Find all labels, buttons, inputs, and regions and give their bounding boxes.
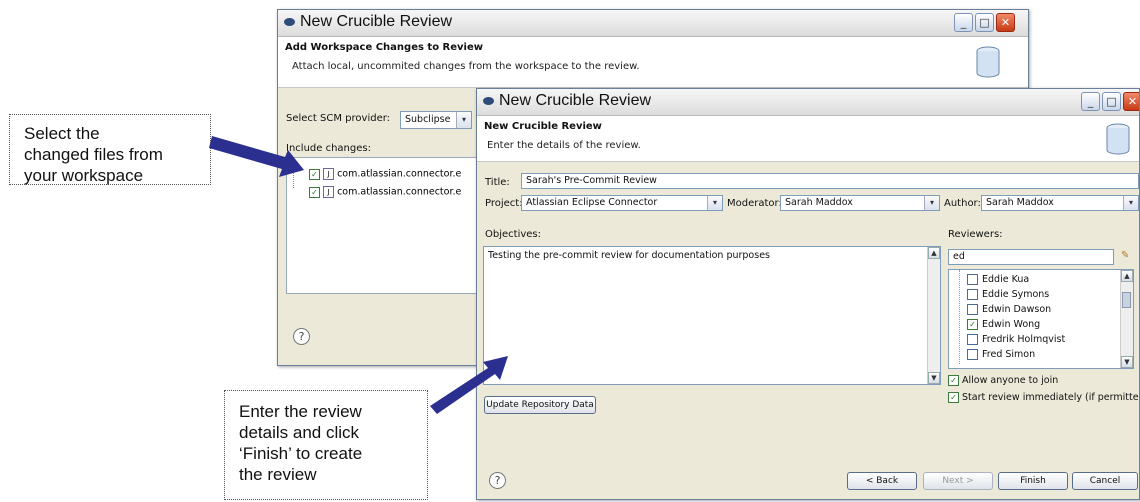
reviewers-scrollbar[interactable]: ▲ ▼	[1120, 270, 1133, 368]
author-value: Sarah Maddox	[986, 197, 1054, 208]
close-button[interactable]: ✕	[996, 13, 1015, 32]
dialog-titlebar: New Crucible Review _ □ ✕	[477, 89, 1139, 116]
objectives-label: Objectives:	[485, 229, 541, 240]
back-button[interactable]: < Back	[847, 472, 917, 490]
reviewer-name: Eddie Symons	[982, 289, 1050, 300]
include-changes-label: Include changes:	[286, 143, 371, 154]
reviewers-list: Eddie Kua Eddie Symons Edwin Dawson ✓ Edw…	[948, 269, 1134, 369]
checkbox-checked-icon[interactable]: ✓	[309, 168, 320, 180]
objectives-value: Testing the pre-commit review for docume…	[488, 250, 770, 261]
app-icon	[284, 18, 295, 26]
checkbox-icon[interactable]	[967, 289, 978, 300]
new-crucible-review-dialog: New Crucible Review _ □ ✕ New Crucible R…	[476, 88, 1140, 500]
project-value: Atlassian Eclipse Connector	[526, 197, 658, 208]
scroll-up-icon[interactable]: ▲	[928, 247, 940, 259]
maximize-button[interactable]: □	[1102, 92, 1121, 111]
allow-join-label: Allow anyone to join	[962, 375, 1059, 386]
scm-provider-value: Subclipse	[405, 114, 451, 125]
start-immediately-option[interactable]: ✓ Start review immediately (if permitted…	[948, 392, 1140, 403]
title-input[interactable]: Sarah's Pre-Commit Review	[521, 173, 1139, 189]
objectives-scrollbar[interactable]: ▲ ▼	[927, 247, 940, 384]
checkbox-checked-icon[interactable]: ✓	[967, 319, 978, 330]
objectives-textarea[interactable]: Testing the pre-commit review for docume…	[483, 246, 941, 385]
author-label: Author:	[944, 198, 981, 209]
callout-select-files: Select the changed files from your works…	[9, 114, 211, 185]
checkbox-icon[interactable]	[967, 349, 978, 360]
header-title: New Crucible Review	[484, 121, 602, 132]
checkbox-checked-icon[interactable]: ✓	[309, 186, 320, 198]
dialog-title: New Crucible Review	[499, 92, 652, 109]
checkbox-checked-icon[interactable]: ✓	[948, 375, 959, 386]
header-description: Attach local, uncommited changes from th…	[292, 61, 640, 72]
checkbox-icon[interactable]	[967, 274, 978, 285]
database-icon	[976, 46, 1000, 78]
checkbox-icon[interactable]	[967, 334, 978, 345]
reviewer-item[interactable]: Eddie Symons	[967, 289, 1049, 300]
reviewer-item[interactable]: Fredrik Holmqvist	[967, 334, 1065, 345]
maximize-button[interactable]: □	[975, 13, 994, 32]
reviewer-item[interactable]: Edwin Dawson	[967, 304, 1051, 315]
reviewer-name: Edwin Wong	[982, 319, 1041, 330]
clear-filter-icon[interactable]: ✎	[1121, 250, 1129, 261]
checkbox-checked-icon[interactable]: ✓	[948, 392, 959, 403]
database-icon	[1106, 123, 1130, 155]
callout-enter-details: Enter the review details and click ‘Fini…	[224, 390, 428, 500]
reviewer-name: Fredrik Holmqvist	[982, 334, 1066, 345]
tree-item[interactable]: ✓ J com.atlassian.connector.e	[309, 168, 461, 180]
reviewer-item[interactable]: Eddie Kua	[967, 274, 1029, 285]
update-repository-data-button[interactable]: Update Repository Data	[484, 396, 596, 414]
dialog-header: New Crucible Review Enter the details of…	[477, 116, 1139, 162]
scroll-down-icon[interactable]: ▼	[928, 372, 940, 384]
reviewer-filter-input[interactable]: ed	[948, 249, 1114, 265]
moderator-label: Moderator:	[727, 198, 782, 209]
scm-provider-label: Select SCM provider:	[286, 113, 391, 124]
moderator-value: Sarah Maddox	[785, 197, 853, 208]
allow-join-option[interactable]: ✓ Allow anyone to join	[948, 375, 1058, 386]
changes-tree: ✓ J com.atlassian.connector.e ✓ J com.at…	[286, 157, 488, 294]
start-immediately-label: Start review immediately (if permitted)	[962, 392, 1140, 403]
finish-button[interactable]: Finish	[998, 472, 1068, 490]
scroll-down-icon[interactable]: ▼	[1121, 356, 1133, 368]
app-icon	[483, 97, 494, 105]
reviewer-item[interactable]: Fred Simon	[967, 349, 1035, 360]
header-title: Add Workspace Changes to Review	[285, 42, 483, 53]
minimize-button[interactable]: _	[1081, 92, 1100, 111]
scm-provider-dropdown[interactable]: Subclipse ▾	[400, 111, 472, 129]
dialog-header: Add Workspace Changes to Review Attach l…	[278, 37, 1028, 88]
cancel-button[interactable]: Cancel	[1072, 472, 1138, 490]
scroll-thumb[interactable]	[1122, 292, 1131, 308]
tree-item[interactable]: ✓ J com.atlassian.connector.e	[309, 186, 461, 198]
reviewer-name: Edwin Dawson	[982, 304, 1052, 315]
close-button[interactable]: ✕	[1123, 92, 1139, 111]
chevron-down-icon: ▾	[707, 196, 722, 210]
project-dropdown[interactable]: Atlassian Eclipse Connector ▾	[521, 195, 723, 211]
java-file-icon: J	[323, 186, 335, 198]
next-button: Next >	[923, 472, 993, 490]
minimize-button[interactable]: _	[954, 13, 973, 32]
chevron-down-icon: ▾	[1123, 196, 1138, 210]
tree-item-label: com.atlassian.connector.e	[337, 168, 462, 180]
chevron-down-icon: ▾	[924, 196, 939, 210]
project-label: Project:	[485, 198, 523, 209]
tree-item-label: com.atlassian.connector.e	[337, 186, 462, 198]
header-description: Enter the details of the review.	[487, 140, 641, 151]
dialog-titlebar: New Crucible Review _ □ ✕	[278, 10, 1028, 37]
moderator-dropdown[interactable]: Sarah Maddox ▾	[780, 195, 940, 211]
reviewers-label: Reviewers:	[948, 229, 1003, 240]
checkbox-icon[interactable]	[967, 304, 978, 315]
scroll-up-icon[interactable]: ▲	[1121, 270, 1133, 282]
dialog-title: New Crucible Review	[300, 13, 453, 30]
reviewer-item[interactable]: ✓ Edwin Wong	[967, 319, 1040, 330]
reviewer-name: Fred Simon	[982, 349, 1036, 360]
chevron-down-icon: ▾	[456, 112, 471, 128]
title-label: Title:	[485, 177, 510, 188]
java-file-icon: J	[323, 168, 335, 180]
author-dropdown[interactable]: Sarah Maddox ▾	[981, 195, 1139, 211]
reviewer-name: Eddie Kua	[982, 274, 1030, 285]
help-icon[interactable]: ?	[489, 472, 506, 489]
help-icon[interactable]: ?	[293, 328, 310, 345]
